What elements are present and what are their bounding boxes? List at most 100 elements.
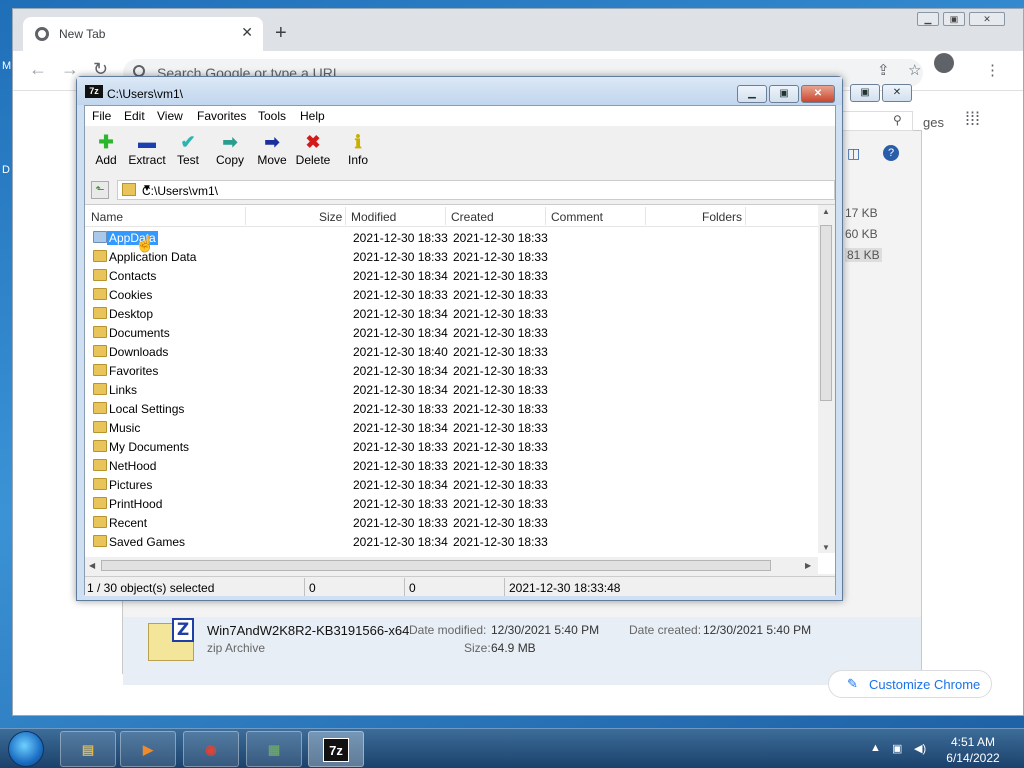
vertical-scrollbar[interactable]: ▲ ▼ bbox=[818, 205, 835, 553]
taskbar-app-button[interactable]: ▶ bbox=[120, 731, 176, 767]
list-item[interactable]: Local Settings 2021-12-30 18:33 2021-12-30… bbox=[85, 399, 818, 418]
tab-new-tab[interactable]: New Tab ✕ bbox=[23, 17, 263, 51]
help-icon[interactable]: ? bbox=[883, 145, 899, 161]
customize-chrome-button[interactable]: ✎ Customize Chrome bbox=[828, 670, 992, 698]
item-modified: 2021-12-30 18:33 bbox=[353, 440, 448, 454]
header-divider bbox=[345, 207, 346, 225]
column-comment[interactable]: Comment bbox=[551, 210, 603, 224]
item-modified: 2021-12-30 18:34 bbox=[353, 364, 448, 378]
taskbar-app-button[interactable]: ▤ bbox=[60, 731, 116, 767]
maximize-button[interactable]: ▣ bbox=[769, 85, 799, 103]
item-modified: 2021-12-30 18:34 bbox=[353, 269, 448, 283]
back-icon[interactable]: ← bbox=[29, 59, 47, 80]
background-maximize-button[interactable]: ▣ bbox=[850, 84, 880, 102]
copy-button[interactable]: ➡ Copy bbox=[214, 131, 246, 167]
chevron-down-icon[interactable]: ▼ bbox=[142, 183, 830, 194]
list-item[interactable]: Music 2021-12-30 18:34 2021-12-30 18:33 bbox=[85, 418, 818, 437]
show-hidden-icons-icon[interactable]: ▲ bbox=[870, 742, 881, 754]
scroll-up-icon[interactable]: ▲ bbox=[822, 207, 830, 216]
menu-file[interactable]: File bbox=[92, 109, 111, 123]
item-modified: 2021-12-30 18:34 bbox=[353, 478, 448, 492]
system-clock[interactable]: 4:51 AM 6/14/2022 bbox=[938, 734, 1008, 766]
list-item[interactable]: Application Data 2021-12-30 18:33 2021-12-… bbox=[85, 247, 818, 266]
column-folders[interactable]: Folders bbox=[702, 210, 742, 224]
list-item[interactable]: PrintHood 2021-12-30 18:33 2021-12-30 18:3… bbox=[85, 494, 818, 513]
close-button[interactable]: ✕ bbox=[801, 85, 835, 103]
menu-view[interactable]: View bbox=[157, 109, 183, 123]
list-item[interactable]: AppData 2021-12-30 18:33 2021-12-30 18:33 bbox=[85, 228, 818, 247]
list-item[interactable]: Favorites 2021-12-30 18:34 2021-12-30 18:3… bbox=[85, 361, 818, 380]
item-name: Downloads bbox=[109, 345, 169, 359]
bookmark-star-icon[interactable]: ☆ bbox=[908, 61, 921, 79]
list-item[interactable]: My Documents 2021-12-30 18:33 2021-12-30 1… bbox=[85, 437, 818, 456]
search-icon[interactable]: ⚲ bbox=[893, 113, 902, 127]
list-item[interactable]: NetHood 2021-12-30 18:33 2021-12-30 18:33 bbox=[85, 456, 818, 475]
folder-icon bbox=[93, 421, 107, 433]
close-button[interactable]: ✕ bbox=[969, 12, 1005, 26]
copy-arrow-icon: ➡ bbox=[222, 132, 238, 152]
list-item[interactable]: Documents 2021-12-30 18:34 2021-12-30 18:3… bbox=[85, 323, 818, 342]
taskbar-app-button[interactable]: ▦ bbox=[246, 731, 302, 767]
scroll-down-icon[interactable]: ▼ bbox=[822, 543, 830, 552]
list-item[interactable]: Recent 2021-12-30 18:33 2021-12-30 18:33 bbox=[85, 513, 818, 532]
list-item[interactable]: Pictures 2021-12-30 18:34 2021-12-30 18:33 bbox=[85, 475, 818, 494]
minus-icon: ▬ bbox=[138, 132, 156, 152]
item-modified: 2021-12-30 18:34 bbox=[353, 383, 448, 397]
menu-edit[interactable]: Edit bbox=[124, 109, 145, 123]
item-name: Documents bbox=[109, 326, 170, 340]
list-item[interactable]: Desktop 2021-12-30 18:34 2021-12-30 18:33 bbox=[85, 304, 818, 323]
tab-close-icon[interactable]: ✕ bbox=[241, 24, 253, 41]
delete-button[interactable]: ✖ Delete bbox=[295, 131, 331, 167]
minimize-button[interactable]: ▁ bbox=[917, 12, 939, 26]
menu-help[interactable]: Help bbox=[300, 109, 325, 123]
start-button[interactable] bbox=[8, 731, 44, 767]
move-button[interactable]: ➡ Move bbox=[256, 131, 288, 167]
column-name[interactable]: Name bbox=[91, 210, 123, 224]
scrollbar-thumb[interactable] bbox=[101, 560, 771, 571]
download-item[interactable]: Z Win7AndW2K8R2-KB3191566-x64 zip Archiv… bbox=[123, 617, 921, 685]
status-packed: 0 bbox=[409, 581, 416, 595]
new-tab-button[interactable]: + bbox=[275, 23, 287, 43]
scroll-left-icon[interactable]: ◀ bbox=[89, 561, 95, 570]
share-icon[interactable]: ⇪ bbox=[877, 61, 890, 79]
add-button[interactable]: ✚ Add bbox=[93, 131, 119, 167]
folder-icon bbox=[93, 364, 107, 376]
taskbar-app-button[interactable]: 7z bbox=[308, 731, 364, 767]
tab-title: New Tab bbox=[59, 27, 106, 41]
extract-button[interactable]: ▬ Extract bbox=[127, 131, 167, 167]
profile-avatar-icon[interactable] bbox=[934, 53, 954, 73]
taskbar-app-button[interactable]: ◉ bbox=[183, 731, 239, 767]
preview-pane-icon[interactable]: ◫ bbox=[847, 145, 860, 162]
maximize-button[interactable]: ▣ bbox=[943, 12, 965, 26]
test-button[interactable]: ✔ Test bbox=[174, 131, 202, 167]
apps-grid-icon[interactable]: ⁞⁞⁞ bbox=[965, 109, 980, 130]
info-button[interactable]: ℹ Info bbox=[345, 131, 371, 167]
column-created[interactable]: Created bbox=[451, 210, 494, 224]
list-item[interactable]: Contacts 2021-12-30 18:34 2021-12-30 18:33 bbox=[85, 266, 818, 285]
menu-favorites[interactable]: Favorites bbox=[197, 109, 246, 123]
column-modified[interactable]: Modified bbox=[351, 210, 396, 224]
list-item[interactable]: Saved Games 2021-12-30 18:34 2021-12-30 18… bbox=[85, 532, 818, 551]
horizontal-scrollbar[interactable]: ◀ ▶ bbox=[85, 557, 818, 574]
volume-icon[interactable]: ◀) bbox=[914, 742, 926, 755]
tab-strip: New Tab ✕ + ▁ ▣ ✕ bbox=[13, 9, 1023, 51]
item-created: 2021-12-30 18:33 bbox=[453, 535, 548, 549]
up-folder-icon[interactable]: ⬑ bbox=[91, 181, 109, 199]
menu-tools[interactable]: Tools bbox=[258, 109, 286, 123]
address-combobox[interactable]: C:\Users\vm1\ ▼ bbox=[117, 180, 835, 200]
menu-icon[interactable]: ⋮ bbox=[985, 61, 1000, 79]
header-divider bbox=[545, 207, 546, 225]
list-item[interactable]: Cookies 2021-12-30 18:33 2021-12-30 18:33 bbox=[85, 285, 818, 304]
folder-icon bbox=[93, 307, 107, 319]
folder-icon bbox=[93, 535, 107, 547]
background-close-button[interactable]: ✕ bbox=[882, 84, 912, 102]
scrollbar-thumb[interactable] bbox=[820, 225, 832, 401]
title-bar[interactable]: 7z C:\Users\vm1\ ▁ ▣ ✕ bbox=[77, 77, 842, 105]
scroll-right-icon[interactable]: ▶ bbox=[805, 561, 811, 570]
list-item[interactable]: Links 2021-12-30 18:34 2021-12-30 18:33 bbox=[85, 380, 818, 399]
list-item[interactable]: Downloads 2021-12-30 18:40 2021-12-30 18:3… bbox=[85, 342, 818, 361]
minimize-button[interactable]: ▁ bbox=[737, 85, 767, 103]
network-icon[interactable]: ▣ bbox=[892, 742, 902, 755]
column-size[interactable]: Size bbox=[319, 210, 342, 224]
menu-bar: File Edit View Favorites Tools Help bbox=[85, 106, 835, 126]
